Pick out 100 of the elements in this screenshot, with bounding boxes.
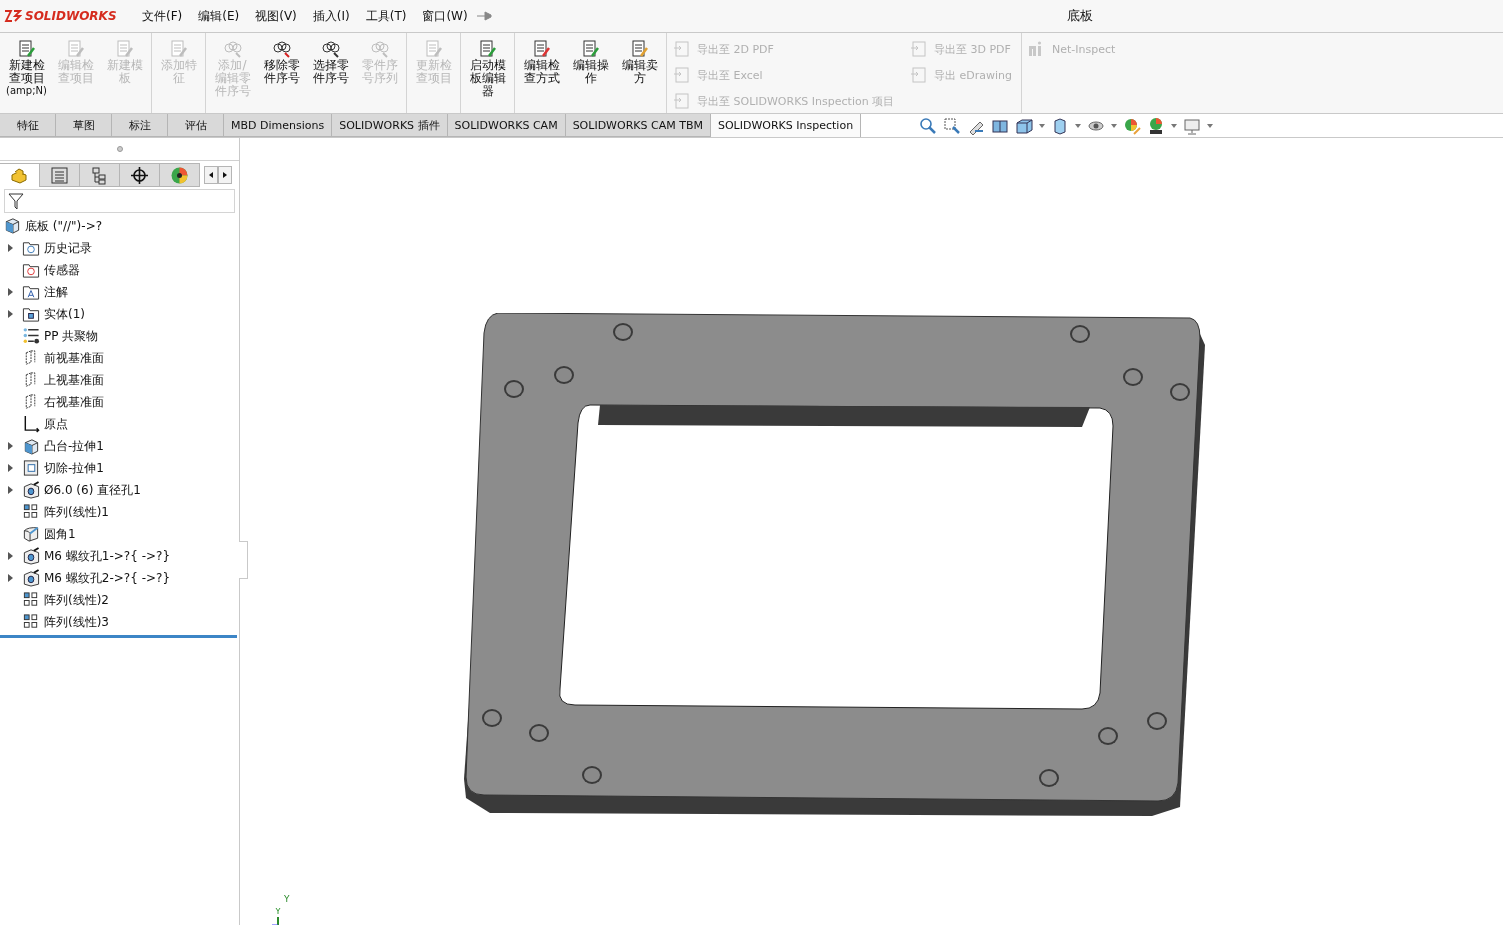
tree-item[interactable]: 原点 xyxy=(0,413,239,435)
panel-collapse-handle[interactable] xyxy=(239,541,248,579)
tree-item[interactable]: 切除-拉伸1 xyxy=(0,457,239,479)
linear-pattern-icon xyxy=(22,591,40,609)
ribbon-button[interactable]: 移除零件序号 xyxy=(257,37,306,87)
axis-label: Y xyxy=(284,894,290,904)
tree-icon xyxy=(90,165,109,185)
hole-wizard-icon xyxy=(22,481,40,499)
document-icon xyxy=(168,39,189,59)
menu-item[interactable]: 编辑(E) xyxy=(190,7,248,25)
expand-arrow-icon[interactable] xyxy=(7,288,13,296)
ribbon-button[interactable]: 启动模板编辑器 xyxy=(463,37,512,100)
balloon-icon xyxy=(271,39,292,59)
filter-icon xyxy=(8,192,24,210)
ribbon-tab[interactable]: 标注 xyxy=(112,114,168,137)
expand-arrow-icon[interactable] xyxy=(7,244,13,252)
filter-field[interactable] xyxy=(4,189,235,213)
caret-icon xyxy=(1111,123,1118,128)
document-icon xyxy=(531,39,552,59)
ribbon-tab[interactable]: MBD Dimensions xyxy=(224,114,333,137)
sensor-folder-icon xyxy=(22,261,40,279)
caret-icon xyxy=(1075,123,1082,128)
fillet-icon xyxy=(22,525,40,543)
tree-item[interactable]: 右视基准面 xyxy=(0,391,239,413)
document-icon xyxy=(629,39,650,59)
ribbon-tab[interactable]: 特征 xyxy=(0,114,56,137)
ribbon-tab[interactable]: SOLIDWORKS 插件 xyxy=(332,114,448,137)
tree-item[interactable]: 前视基准面 xyxy=(0,347,239,369)
grip-icon[interactable] xyxy=(116,146,123,152)
tree-item[interactable]: 注解 xyxy=(0,281,239,303)
ribbon-tab[interactable]: SOLIDWORKS CAM xyxy=(447,114,566,137)
cut-extrude-icon xyxy=(22,459,40,477)
panel-tab[interactable] xyxy=(160,163,200,187)
boss-extrude-icon xyxy=(3,215,21,234)
export-icon xyxy=(910,40,928,58)
part-icon xyxy=(10,166,29,185)
expand-arrow-icon[interactable] xyxy=(7,552,13,560)
zoom-area-icon[interactable] xyxy=(943,116,962,135)
expand-arrow-icon[interactable] xyxy=(7,574,13,582)
list-icon xyxy=(50,165,69,185)
tree-item[interactable]: 实体(1) xyxy=(0,303,239,325)
ribbon-tab[interactable]: SOLIDWORKS CAM TBM xyxy=(565,114,711,137)
expand-arrow-icon[interactable] xyxy=(7,486,13,494)
balloon-icon xyxy=(320,39,341,59)
tree-item[interactable]: PP 共聚物 xyxy=(0,325,239,347)
ribbon-tab[interactable]: 草图 xyxy=(56,114,112,137)
document-icon xyxy=(114,39,135,59)
history-folder-icon xyxy=(22,239,40,257)
tree-item[interactable]: 历史记录 xyxy=(0,237,239,259)
right-arrow-icon xyxy=(223,172,227,178)
tree-item[interactable]: 阵列(线性)2 xyxy=(0,589,239,611)
ribbon-tab[interactable]: SOLIDWORKS Inspection xyxy=(710,114,862,137)
panel-tab[interactable] xyxy=(120,163,160,187)
menu-item[interactable]: 文件(F) xyxy=(134,7,191,25)
left-arrow-icon xyxy=(209,172,213,178)
linear-pattern-icon xyxy=(22,613,40,631)
tree-item[interactable]: 传感器 xyxy=(0,259,239,281)
tree-item[interactable]: 阵列(线性)3 xyxy=(0,611,239,633)
ribbon-button[interactable]: 选择零件序号 xyxy=(306,37,355,87)
ribbon-tab[interactable]: 评估 xyxy=(168,114,224,137)
document-title: 底板 xyxy=(1067,7,1093,25)
ribbon-button[interactable]: 编辑卖方 xyxy=(615,37,664,87)
document-icon xyxy=(16,39,37,59)
tree-item[interactable]: Ø6.0 (6) 直径孔1 xyxy=(0,479,239,501)
menu-item[interactable]: 窗口(W) xyxy=(414,7,476,25)
tree-item[interactable]: 阵列(线性)1 xyxy=(0,501,239,523)
tree-item[interactable]: 底板 ("//")->? xyxy=(0,215,239,237)
tree-item[interactable]: 上视基准面 xyxy=(0,369,239,391)
caret-icon xyxy=(1207,123,1214,128)
menu-item[interactable]: 插入(I) xyxy=(304,7,358,25)
appearance-icon[interactable] xyxy=(1123,116,1142,135)
ribbon-button[interactable]: 编辑检查方式 xyxy=(517,37,566,87)
tree-item[interactable]: M6 螺纹孔2->?{ ->?} xyxy=(0,567,239,589)
menu-item[interactable]: 视图(V) xyxy=(247,7,305,25)
solidworks-logo: SOLIDWORKS xyxy=(0,9,134,23)
color-wheel-icon xyxy=(170,165,189,185)
document-icon xyxy=(65,39,86,59)
origin-icon xyxy=(22,415,40,433)
tree-item[interactable]: M6 螺纹孔1->?{ ->?} xyxy=(0,545,239,567)
document-icon xyxy=(423,39,444,59)
caret-icon xyxy=(1171,123,1178,128)
export-icon xyxy=(910,66,928,84)
expand-arrow-icon[interactable] xyxy=(7,442,13,450)
ribbon-button[interactable]: 编辑操作 xyxy=(566,37,615,87)
expand-arrow-icon[interactable] xyxy=(7,310,13,318)
caret-icon xyxy=(1039,123,1046,128)
tree-item[interactable]: 凸台-拉伸1 xyxy=(0,435,239,457)
view-orientation-icon[interactable] xyxy=(1015,116,1034,135)
scroll-left-button[interactable] xyxy=(204,166,218,184)
ribbon-button[interactable]: 新建检查项目 (amp;N) xyxy=(2,37,51,99)
export-icon xyxy=(673,66,691,84)
annotation-folder-icon xyxy=(22,283,40,301)
balloon-icon xyxy=(369,39,390,59)
tree-item[interactable]: 圆角1 xyxy=(0,523,239,545)
expand-arrow-icon[interactable] xyxy=(7,464,13,472)
export-icon xyxy=(673,40,691,58)
zoom-fit-icon[interactable] xyxy=(919,116,938,135)
document-icon xyxy=(477,39,498,59)
menu-item[interactable]: 工具(T) xyxy=(357,7,415,25)
scroll-right-button[interactable] xyxy=(218,166,232,184)
